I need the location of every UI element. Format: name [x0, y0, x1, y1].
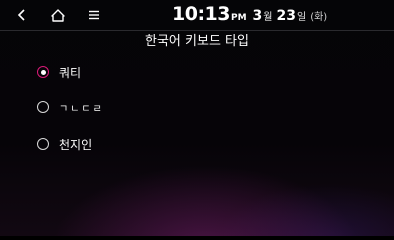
- radio-unselected[interactable]: [37, 101, 49, 113]
- page-title: 한국어 키보드 타입: [145, 34, 249, 49]
- option-label: 쿼티: [59, 65, 82, 80]
- screen: 10:13 PM 3 월 23 일 (화) 한국어 키보드 타입 쿼티 ㄱㄴㄷㄹ…: [0, 0, 394, 236]
- back-button[interactable]: [10, 4, 34, 26]
- clock: 10:13 PM 3 월 23 일 (화): [172, 3, 327, 27]
- radio-unselected[interactable]: [37, 138, 49, 150]
- menu-icon: [89, 10, 99, 20]
- date-month: 3: [252, 8, 263, 24]
- radio-selected[interactable]: [37, 66, 49, 78]
- home-button[interactable]: [46, 4, 70, 26]
- home-icon: [51, 9, 65, 22]
- status-bar: 10:13 PM 3 월 23 일 (화): [0, 0, 394, 31]
- date-month-unit: 월: [263, 12, 273, 23]
- date-day: 23: [276, 8, 296, 24]
- chevron-left-icon: [17, 9, 25, 21]
- option-cheonjiin[interactable]: 천지인: [30, 129, 360, 159]
- option-label: 천지인: [59, 137, 93, 152]
- menu-button[interactable]: [82, 4, 106, 26]
- date-day-unit: 일: [296, 12, 307, 23]
- date-weekday: (화): [310, 12, 328, 23]
- clock-time: 10:13: [172, 3, 230, 25]
- clock-ampm: PM: [230, 13, 247, 23]
- option-qwerty[interactable]: 쿼티: [30, 57, 360, 87]
- option-label: ㄱㄴㄷㄹ: [59, 103, 104, 115]
- option-giyeok-nieun[interactable]: ㄱㄴㄷㄹ: [30, 92, 360, 122]
